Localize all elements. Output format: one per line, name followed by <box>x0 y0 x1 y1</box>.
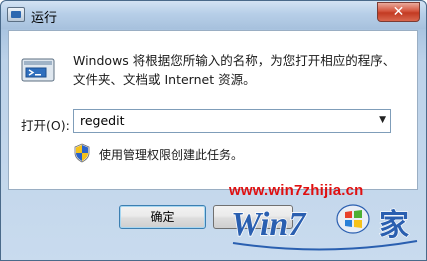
open-input[interactable] <box>80 113 350 128</box>
window-title: 运行 <box>31 11 58 26</box>
run-dialog-window: 运行 ✕ Windows 将根据您所输入的名称，为您打开相应的程序、文件夹、文档… <box>0 0 427 261</box>
dialog-description: Windows 将根据您所输入的名称，为您打开相应的程序、文件夹、文档或 Int… <box>73 53 396 87</box>
logo-text: Win7 <box>231 206 307 243</box>
run-program-icon <box>21 58 55 82</box>
dropdown-arrow-icon[interactable]: ▼ <box>379 115 386 125</box>
dialog-body: Windows 将根据您所输入的名称，为您打开相应的程序、文件夹、文档或 Int… <box>8 30 418 190</box>
title-bar[interactable]: 运行 ✕ <box>1 1 426 29</box>
admin-privilege-note: 使用管理权限创建此任务。 <box>99 148 244 162</box>
logo-suffix: 家 <box>379 208 409 243</box>
ok-button[interactable]: 确定 <box>119 205 206 229</box>
uac-shield-icon <box>74 143 90 163</box>
close-button[interactable]: ✕ <box>377 2 420 22</box>
win7-logo: Win7 家 <box>231 204 418 251</box>
open-combobox[interactable]: ▼ <box>73 109 391 133</box>
open-label: 打开(O): <box>21 118 70 133</box>
run-icon <box>7 7 25 22</box>
